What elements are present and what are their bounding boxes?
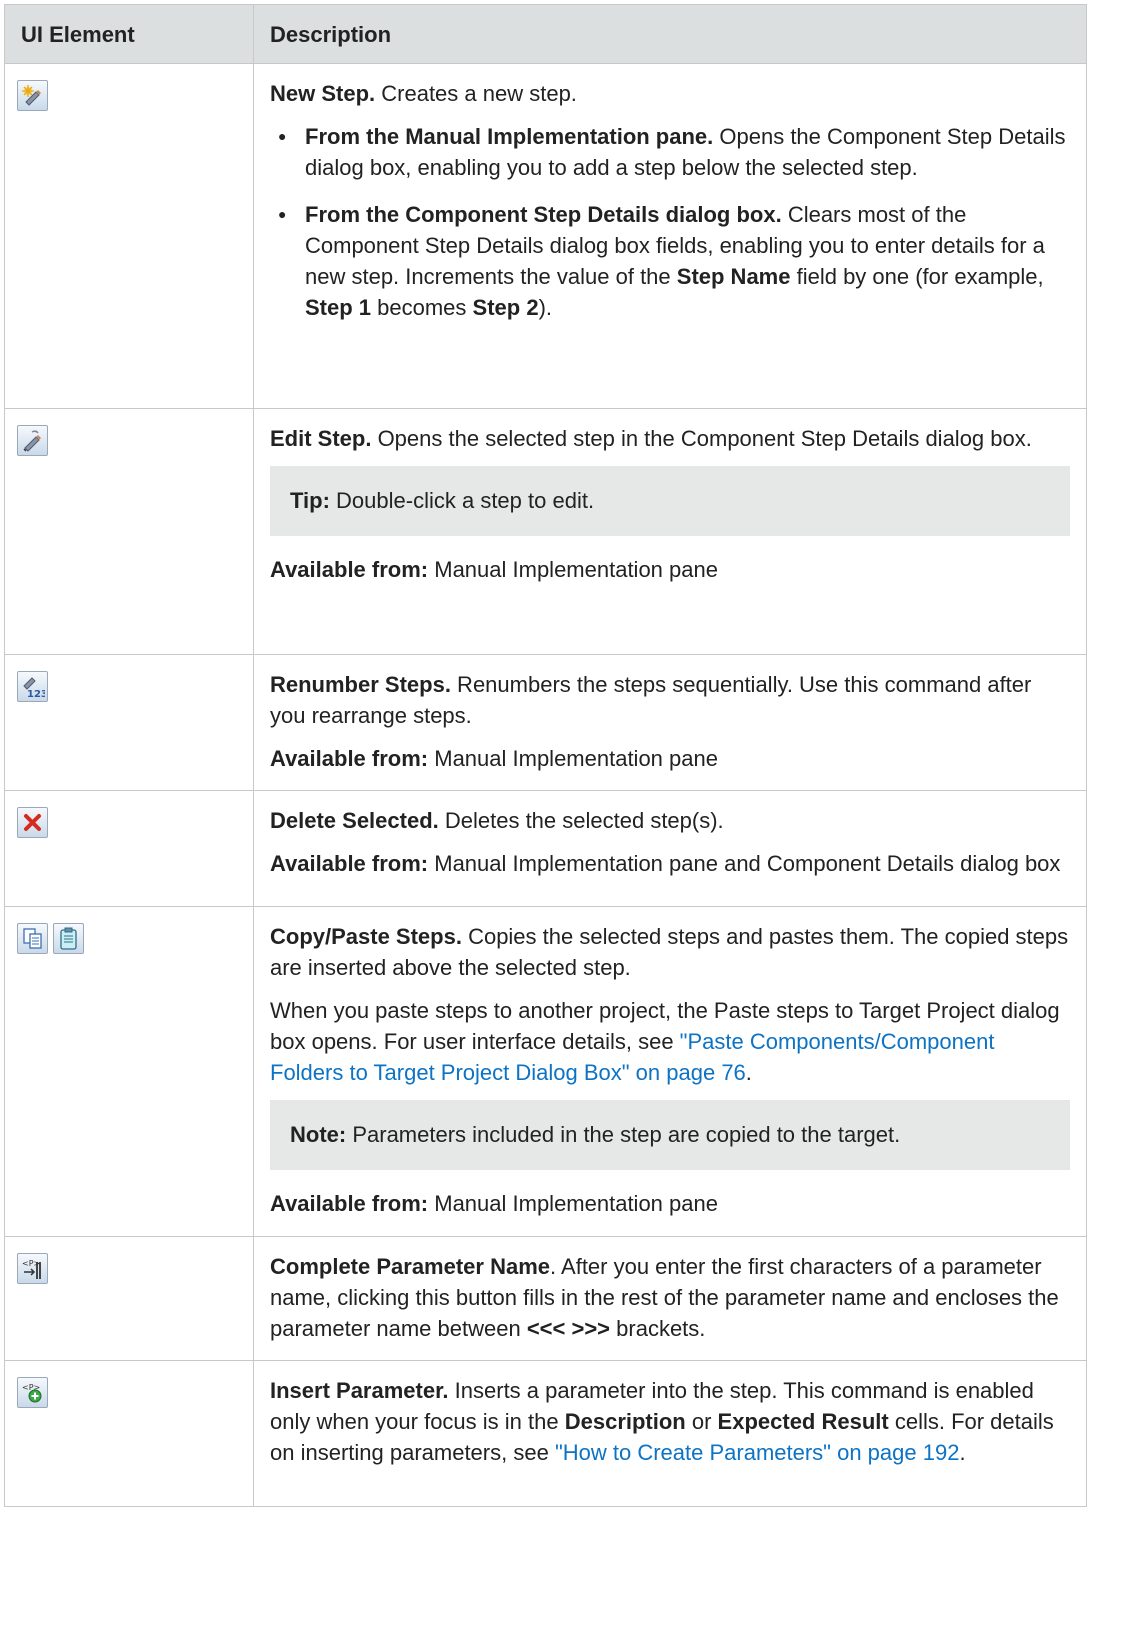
icon-cell: <P> bbox=[4, 1236, 254, 1361]
description-cell: Renumber Steps. Renumbers the steps sequ… bbox=[253, 654, 1087, 791]
row-body: brackets. bbox=[610, 1316, 706, 1341]
row-text: Edit Step. Opens the selected step in th… bbox=[270, 423, 1070, 454]
note-text: Parameters included in the step are copi… bbox=[346, 1122, 901, 1147]
tip-text: Double-click a step to edit. bbox=[329, 488, 595, 513]
field-name: Step Name bbox=[676, 264, 791, 289]
availability-label: Available from: bbox=[270, 1191, 429, 1216]
row-title: Edit Step. bbox=[270, 426, 372, 451]
row-body: Opens the selected step in the Component… bbox=[371, 426, 1032, 451]
example-value: Step 2 bbox=[472, 295, 539, 320]
header-ui-element: UI Element bbox=[4, 4, 254, 64]
create-parameters-link[interactable]: "How to Create Parameters" on page 192 bbox=[555, 1440, 960, 1465]
expected-result-cell-name: Expected Result bbox=[717, 1409, 889, 1434]
row-text: New Step. Creates a new step. bbox=[270, 78, 1070, 109]
availability-label: Available from: bbox=[270, 851, 429, 876]
edit-step-icon[interactable] bbox=[17, 425, 48, 456]
row-text: Complete Parameter Name. After you enter… bbox=[270, 1251, 1070, 1344]
row-text: Insert Parameter. Inserts a parameter in… bbox=[270, 1375, 1070, 1468]
table-row: <P> Insert Parameter. Inserts a paramete… bbox=[4, 1360, 1087, 1507]
tip-box: Tip: Double-click a step to edit. bbox=[270, 466, 1070, 536]
row-title: Insert Parameter. bbox=[270, 1378, 449, 1403]
row-body: Deletes the selected step(s). bbox=[438, 808, 724, 833]
delete-selected-icon[interactable] bbox=[17, 807, 48, 838]
table-row: Delete Selected. Deletes the selected st… bbox=[4, 790, 1087, 907]
row-title: Renumber Steps. bbox=[270, 672, 451, 697]
icon-cell: <P> bbox=[4, 1360, 254, 1507]
list-item: From the Manual Implementation pane. Ope… bbox=[270, 121, 1070, 183]
icon-cell bbox=[4, 63, 254, 409]
description-cell: Delete Selected. Deletes the selected st… bbox=[253, 790, 1087, 907]
row-title: Complete Parameter Name bbox=[270, 1254, 551, 1279]
table-row: 123 Renumber Steps. Renumbers the steps … bbox=[4, 654, 1087, 791]
insert-parameter-icon[interactable]: <P> bbox=[17, 1377, 48, 1408]
bullet-text: ). bbox=[538, 295, 553, 320]
row-text: Copy/Paste Steps. Copies the selected st… bbox=[270, 921, 1070, 983]
svg-text:123: 123 bbox=[27, 689, 45, 699]
row-title: Delete Selected. bbox=[270, 808, 439, 833]
paragraph-text: . bbox=[745, 1060, 752, 1085]
description-cell-name: Description bbox=[564, 1409, 686, 1434]
bullet-title: From the Component Step Details dialog b… bbox=[305, 202, 782, 227]
bullet-text: field by one (for example, bbox=[790, 264, 1044, 289]
availability-label: Available from: bbox=[270, 557, 429, 582]
row-body: . bbox=[959, 1440, 966, 1465]
row-title: New Step. bbox=[270, 81, 376, 106]
note-label: Note: bbox=[290, 1122, 347, 1147]
note-box: Note: Parameters included in the step ar… bbox=[270, 1100, 1070, 1170]
row-title: Copy/Paste Steps. bbox=[270, 924, 462, 949]
description-cell: Edit Step. Opens the selected step in th… bbox=[253, 408, 1087, 655]
description-cell: New Step. Creates a new step. From the M… bbox=[253, 63, 1087, 409]
table-row: Edit Step. Opens the selected step in th… bbox=[4, 408, 1087, 655]
table-header-row: UI Element Description bbox=[4, 4, 1087, 64]
table-row: Copy/Paste Steps. Copies the selected st… bbox=[4, 906, 1087, 1237]
description-cell: Insert Parameter. Inserts a parameter in… bbox=[253, 1360, 1087, 1507]
availability-value: Manual Implementation pane bbox=[428, 557, 718, 582]
paste-details-text: When you paste steps to another project,… bbox=[270, 995, 1070, 1088]
paste-icon[interactable] bbox=[53, 923, 84, 954]
availability-label: Available from: bbox=[270, 746, 429, 771]
description-cell: Complete Parameter Name. After you enter… bbox=[253, 1236, 1087, 1361]
list-item: From the Component Step Details dialog b… bbox=[270, 199, 1070, 323]
renumber-steps-icon[interactable]: 123 bbox=[17, 671, 48, 702]
row-body: Creates a new step. bbox=[375, 81, 577, 106]
ui-elements-table: UI Element Description New Step. Creates… bbox=[4, 4, 1087, 1507]
brackets-text: <<< >>> bbox=[526, 1316, 611, 1341]
availability-value: Manual Implementation pane and Component… bbox=[428, 851, 1061, 876]
row-body: or bbox=[685, 1409, 718, 1434]
icon-cell bbox=[4, 790, 254, 907]
bullet-text: becomes bbox=[371, 295, 473, 320]
description-cell: Copy/Paste Steps. Copies the selected st… bbox=[253, 906, 1087, 1237]
bullet-title: From the Manual Implementation pane. bbox=[305, 124, 714, 149]
row-text: Renumber Steps. Renumbers the steps sequ… bbox=[270, 669, 1070, 731]
availability-value: Manual Implementation pane bbox=[428, 1191, 718, 1216]
availability-text: Available from: Manual Implementation pa… bbox=[270, 743, 1070, 774]
bullet-list: From the Manual Implementation pane. Ope… bbox=[270, 121, 1070, 323]
tip-label: Tip: bbox=[290, 488, 330, 513]
availability-text: Available from: Manual Implementation pa… bbox=[270, 1188, 1070, 1219]
example-value: Step 1 bbox=[305, 295, 372, 320]
icon-cell bbox=[4, 408, 254, 655]
complete-parameter-name-icon[interactable]: <P> bbox=[17, 1253, 48, 1284]
table-row: New Step. Creates a new step. From the M… bbox=[4, 63, 1087, 409]
row-text: Delete Selected. Deletes the selected st… bbox=[270, 805, 1070, 836]
new-step-icon[interactable] bbox=[17, 80, 48, 111]
availability-text: Available from: Manual Implementation pa… bbox=[270, 848, 1070, 879]
icon-cell bbox=[4, 906, 254, 1237]
availability-value: Manual Implementation pane bbox=[428, 746, 718, 771]
icon-cell: 123 bbox=[4, 654, 254, 791]
copy-icon[interactable] bbox=[17, 923, 48, 954]
header-description: Description bbox=[253, 4, 1087, 64]
availability-text: Available from: Manual Implementation pa… bbox=[270, 554, 1070, 585]
table-row: <P> Complete Parameter Name. After you e… bbox=[4, 1236, 1087, 1361]
